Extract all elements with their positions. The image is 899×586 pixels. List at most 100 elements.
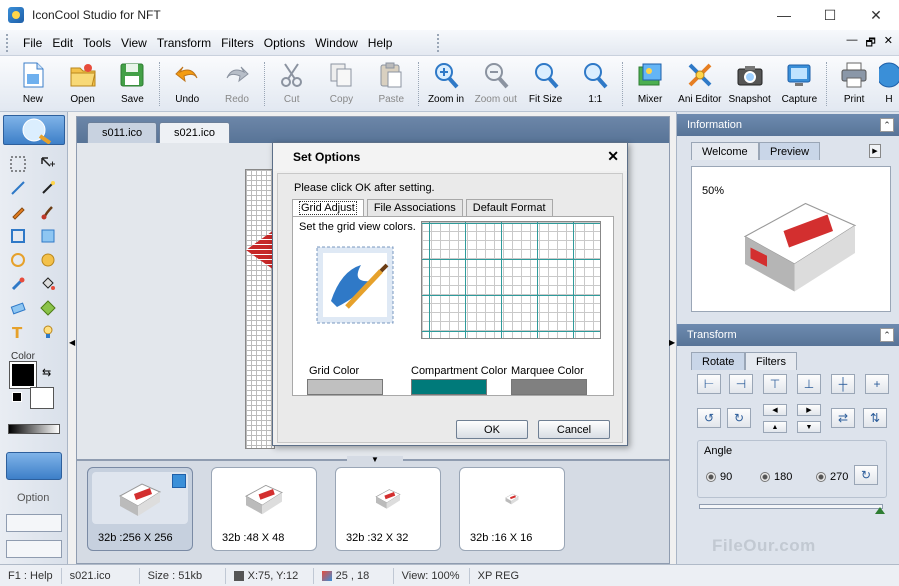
eraser-icon[interactable] — [8, 298, 28, 318]
foreground-color-swatch[interactable] — [9, 361, 37, 389]
flip-horizontal-icon[interactable]: ⇄ — [831, 408, 855, 428]
move-up-left-icon[interactable]: ◀ — [763, 404, 787, 416]
minimize-button[interactable]: — — [761, 0, 807, 30]
menu-filters[interactable]: Filters — [216, 36, 259, 50]
move-down-alt-icon[interactable]: ▼ — [797, 421, 821, 433]
save-button[interactable]: Save — [108, 56, 158, 112]
capture-button[interactable]: Capture — [774, 56, 824, 112]
brush-mode-button[interactable] — [6, 452, 62, 480]
ellipse-icon[interactable] — [8, 250, 28, 270]
print-button[interactable]: Print — [829, 56, 879, 112]
menu-view[interactable]: View — [116, 36, 152, 50]
align-left-icon[interactable]: ⊢ — [697, 374, 721, 394]
tab-welcome[interactable]: Welcome — [691, 142, 759, 160]
tab-s021[interactable]: s021.ico — [159, 122, 230, 143]
ok-button[interactable]: OK — [456, 420, 528, 439]
align-top-icon[interactable]: ⊤ — [763, 374, 787, 394]
rect-select-icon[interactable] — [8, 154, 28, 174]
menu-grip[interactable] — [6, 33, 12, 52]
tab-default-format[interactable]: Default Format — [465, 199, 553, 216]
thumbnail-16[interactable]: 32b :16 X 16 — [459, 467, 565, 551]
apply-rotate-icon[interactable]: ↻ — [854, 465, 878, 485]
fit-size-button[interactable]: Fit Size — [521, 56, 571, 112]
collapse-up-icon[interactable]: ⌃ — [880, 118, 894, 132]
align-right-icon[interactable]: ⊣ — [729, 374, 753, 394]
rotate-right-icon[interactable]: ↻ — [727, 408, 751, 428]
undo-button[interactable]: Undo — [162, 56, 212, 112]
shape-icon[interactable] — [38, 298, 58, 318]
thumbnail-48[interactable]: 32b :48 X 48 — [211, 467, 317, 551]
mixer-button[interactable]: Mixer — [625, 56, 675, 112]
thumbnail-32[interactable]: 32b :32 X 32 — [335, 467, 441, 551]
center-horizontal-icon[interactable]: + — [865, 374, 889, 394]
copy-button[interactable]: Copy — [317, 56, 367, 112]
open-button[interactable]: Open — [58, 56, 108, 112]
rotate-left-icon[interactable]: ↺ — [697, 408, 721, 428]
compartment-color-swatch[interactable] — [411, 379, 487, 395]
gradient-slider[interactable] — [8, 424, 60, 434]
slider-thumb-icon[interactable] — [875, 507, 885, 514]
zoom-in-button[interactable]: Zoom in — [421, 56, 471, 112]
menu-window[interactable]: Window — [310, 36, 363, 50]
dialog-close-icon[interactable]: ✕ — [607, 148, 619, 165]
cut-button[interactable]: Cut — [267, 56, 317, 112]
marquee-color-swatch[interactable] — [511, 379, 587, 395]
thumbnail-256[interactable]: 32b :256 X 256 — [87, 467, 193, 551]
splitter-handle-icon[interactable]: ▼ — [347, 456, 403, 464]
angle-90-radio[interactable]: 90 — [706, 471, 732, 483]
line-icon[interactable] — [8, 178, 28, 198]
move-down-icon[interactable]: ▲ — [763, 421, 787, 433]
move-icon[interactable] — [38, 154, 58, 174]
menu-help[interactable]: Help — [363, 36, 398, 50]
flip-vertical-icon[interactable]: ⇅ — [863, 408, 887, 428]
reset-colors-icon[interactable] — [12, 392, 22, 402]
transform-slider[interactable] — [699, 504, 883, 509]
filled-ellipse-icon[interactable] — [38, 250, 58, 270]
maximize-button[interactable]: ☐ — [807, 0, 853, 30]
angle-180-radio[interactable]: 180 — [760, 471, 792, 483]
swap-colors-icon[interactable]: ⇆ — [42, 366, 51, 379]
magic-wand-icon[interactable] — [38, 178, 58, 198]
help-button[interactable]: H — [879, 56, 899, 112]
right-collapse-arrow-icon[interactable]: ▶ — [669, 338, 675, 347]
tab-s011[interactable]: s011.ico — [87, 122, 158, 143]
eyedropper-icon[interactable] — [8, 274, 28, 294]
light-effect-icon[interactable] — [38, 322, 58, 342]
ani-editor-button[interactable]: Ani Editor — [675, 56, 725, 112]
mdi-close-button[interactable]: ✕ — [884, 34, 893, 53]
redo-button[interactable]: Redo — [212, 56, 262, 112]
cancel-button[interactable]: Cancel — [538, 420, 610, 439]
align-bottom-icon[interactable]: ⊥ — [797, 374, 821, 394]
menu-edit[interactable]: Edit — [47, 36, 78, 50]
mdi-restore-button[interactable]: 🗗 — [865, 34, 875, 53]
menu-file[interactable]: File — [18, 36, 47, 50]
tab-filters[interactable]: Filters — [745, 352, 797, 370]
pixel-grid-canvas[interactable] — [245, 169, 275, 449]
zoom-out-button[interactable]: Zoom out — [471, 56, 521, 112]
menu-transform[interactable]: Transform — [152, 36, 216, 50]
pencil-icon[interactable] — [8, 202, 28, 222]
text-icon[interactable]: T — [8, 322, 28, 342]
left-collapse-arrow-icon[interactable]: ◀ — [69, 338, 75, 347]
tab-grid-adjust[interactable]: Grid Adjust — [292, 199, 364, 216]
new-button[interactable]: New — [8, 56, 58, 112]
grid-color-swatch[interactable] — [307, 379, 383, 395]
option-item-2[interactable] — [6, 540, 62, 558]
menu-options[interactable]: Options — [259, 36, 310, 50]
actual-size-button[interactable]: 1:1 — [570, 56, 620, 112]
close-button[interactable]: ✕ — [853, 0, 899, 30]
tab-scroll-right-icon[interactable]: ▶ — [869, 144, 881, 158]
tab-preview[interactable]: Preview — [759, 142, 821, 160]
collapse-up-icon[interactable]: ⌃ — [880, 328, 894, 342]
background-color-swatch[interactable] — [30, 387, 54, 409]
snapshot-button[interactable]: Snapshot — [725, 56, 775, 112]
menu-tools[interactable]: Tools — [78, 36, 116, 50]
paste-button[interactable]: Paste — [366, 56, 416, 112]
rectangle-icon[interactable] — [8, 226, 28, 246]
angle-270-radio[interactable]: 270 — [816, 471, 848, 483]
center-vertical-icon[interactable]: ┼ — [831, 374, 855, 394]
filled-rectangle-icon[interactable] — [38, 226, 58, 246]
fill-bucket-icon[interactable] — [38, 274, 58, 294]
select-tool-large[interactable] — [3, 115, 65, 145]
option-item-1[interactable] — [6, 514, 62, 532]
